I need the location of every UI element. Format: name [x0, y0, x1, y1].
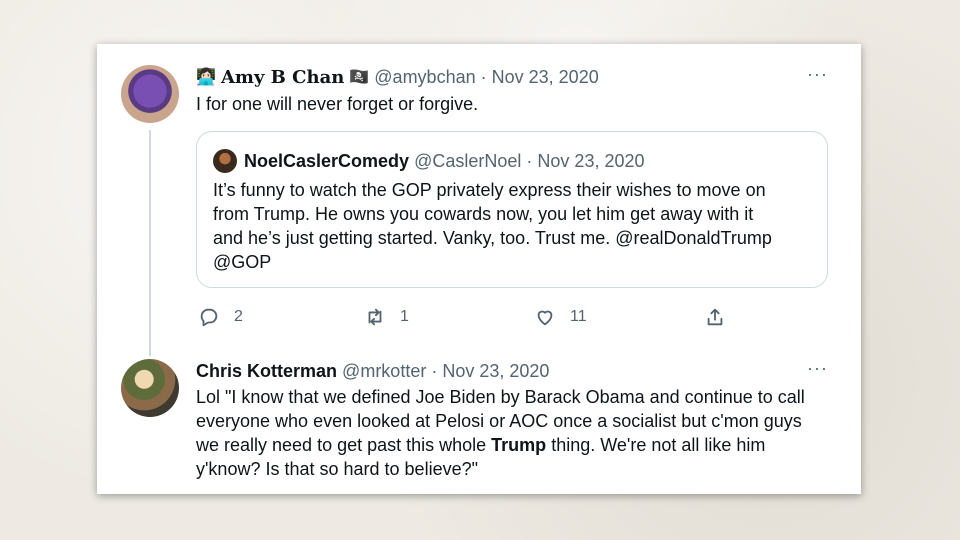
heart-icon — [537, 310, 553, 326]
more-options-icon[interactable]: ··· — [807, 64, 828, 85]
quoted-display-name: NoelCaslerComedy — [244, 151, 410, 171]
quoted-date: Nov 23, 2020 — [537, 151, 645, 171]
quoted-text-line: It’s funny to watch the GOP privately ex… — [213, 180, 766, 200]
tweet-text-line: Lol "I know that we defined Joe Biden by… — [196, 387, 805, 407]
retweet-icon — [368, 308, 382, 326]
quoted-text-line: from Trump. He owns you cowards now, you… — [213, 204, 754, 224]
display-name[interactable]: Chris Kotterman — [196, 361, 337, 381]
more-options-icon[interactable]: ··· — [807, 358, 828, 379]
retweet-count: 1 — [400, 308, 409, 325]
quoted-text: It’s funny to watch the GOP privately ex… — [213, 178, 772, 274]
quoted-tweet[interactable]: NoelCaslerComedy @CaslerNoel · Nov 23, 2… — [196, 131, 828, 288]
share-button[interactable] — [704, 304, 726, 330]
tweet-date[interactable]: Nov 23, 2020 — [442, 361, 549, 381]
quoted-avatar — [213, 149, 237, 173]
quoted-handle: @CaslerNoel — [414, 151, 522, 171]
text-segment: we really need to get past this whole — [196, 435, 492, 455]
tweet-date[interactable]: Nov 23, 2020 — [492, 67, 599, 87]
person-at-computer-emoji-icon: 👩🏻‍💻 — [196, 69, 216, 87]
pirate-flag-emoji-icon: 🏴‍☠️ — [349, 69, 370, 87]
avatar[interactable] — [121, 359, 179, 417]
tweet-header: Chris Kotterman @mrkotter · Nov 23, 2020 — [196, 360, 549, 382]
like-count: 11 — [570, 308, 587, 325]
thread-connector-line — [149, 130, 151, 356]
display-name[interactable]: Amy B Chan — [221, 67, 344, 88]
separator-dot: · — [480, 67, 487, 87]
like-button[interactable]: 11 — [534, 304, 587, 330]
reply-button[interactable]: 2 — [198, 304, 243, 330]
tweet-text-line: y'know? Is that so hard to believe?" — [196, 459, 478, 479]
avatar[interactable] — [121, 65, 179, 123]
tweet-text: Lol "I know that we defined Joe Biden by… — [196, 385, 805, 481]
text-segment: thing. We're not all like him — [546, 435, 766, 455]
tweet-header: 👩🏻‍💻 Amy B Chan 🏴‍☠️ @amybchan · Nov 23,… — [196, 66, 599, 89]
separator-dot: · — [431, 361, 438, 381]
tweet-text: I for one will never forget or forgive. — [196, 94, 479, 114]
handle[interactable]: @mrkotter — [342, 361, 426, 381]
quoted-header: NoelCaslerComedy @CaslerNoel · Nov 23, 2… — [244, 150, 645, 172]
quoted-text-line: @GOP — [213, 252, 272, 272]
reply-icon — [200, 308, 218, 327]
tweet-text-line: we really need to get past this whole Tr… — [196, 433, 805, 457]
tweet-actions: 2 1 11 — [196, 304, 828, 330]
tweet-thread-card: 👩🏻‍💻 Amy B Chan 🏴‍☠️ @amybchan · Nov 23,… — [97, 44, 861, 494]
quoted-text-line: and he’s just getting started. Vanky, to… — [213, 228, 772, 248]
reply-count: 2 — [234, 308, 243, 325]
highlighted-word: Trump — [491, 435, 547, 455]
retweet-button[interactable]: 1 — [364, 304, 409, 330]
share-icon — [707, 308, 723, 326]
separator-dot: · — [526, 151, 533, 171]
tweet-text-line: everyone who even looked at Pelosi or AO… — [196, 411, 802, 431]
handle[interactable]: @amybchan — [374, 67, 475, 87]
